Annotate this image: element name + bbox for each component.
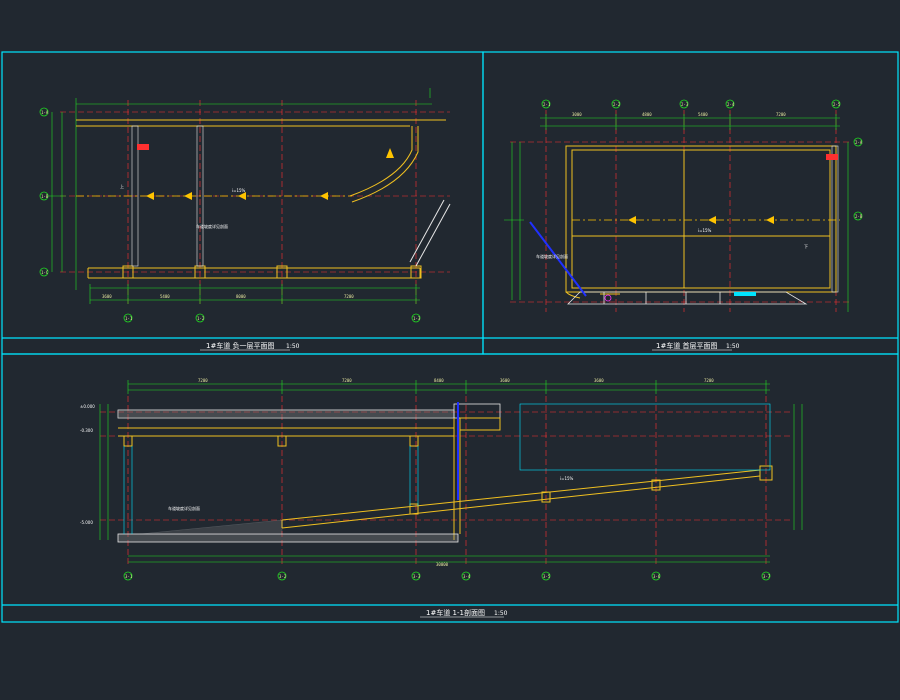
section-slope-tag: i=15% bbox=[560, 476, 574, 481]
plan2-cyan-marker bbox=[734, 292, 756, 296]
plan2-dim-3: 5400 bbox=[698, 112, 708, 117]
title-section: 1#车道 1-1剖面图 bbox=[426, 608, 485, 617]
plan1-axis-label-b: 1-B bbox=[41, 194, 49, 199]
plan1-axis-label-1: 1-1 bbox=[125, 316, 133, 321]
section-axis-label-1: 3-1 bbox=[125, 574, 133, 579]
plan1-dim-2: 5400 bbox=[160, 294, 170, 299]
plan2-axis-label-2: 2-2 bbox=[613, 102, 621, 107]
plan2-down-tag: 下 bbox=[804, 244, 808, 249]
plan1-up-tag: 上 bbox=[120, 183, 124, 189]
plan2-axis-label-5: 2-5 bbox=[833, 102, 841, 107]
section-level-3: -5.000 bbox=[80, 520, 93, 525]
section-dim-top-5: 3600 bbox=[594, 378, 604, 383]
plan1-axis-label-2: 1-2 bbox=[197, 316, 205, 321]
plan1-axis-label-3: 1-3 bbox=[413, 316, 421, 321]
plan1-slope-tag: i=15% bbox=[232, 188, 246, 193]
plan1-ramp-note: 车道坡度详见剖面 bbox=[196, 223, 228, 229]
section-level-2: -0.300 bbox=[80, 428, 93, 433]
section-dim-top-4: 3600 bbox=[500, 378, 510, 383]
section-axis-label-4: 3-4 bbox=[463, 574, 471, 579]
plan2-slope-tag: i=15% bbox=[698, 228, 712, 233]
plan1-axis-label-a: 1-A bbox=[41, 110, 49, 115]
plan1-axis-label-c: 1-C bbox=[41, 270, 49, 275]
section-level-1: ±0.000 bbox=[80, 404, 95, 409]
plan1-fire-tag bbox=[137, 144, 149, 150]
plan1-dim-4: 7200 bbox=[344, 294, 354, 299]
title-plan-minus1-scale: 1:50 bbox=[286, 343, 300, 350]
plan2-dim-2: 4800 bbox=[642, 112, 652, 117]
section-ramp-note: 车道坡度详见剖面 bbox=[168, 505, 200, 511]
section-dim-top-3: 8400 bbox=[434, 378, 444, 383]
plan2-ramp-note: 车道坡度详见剖面 bbox=[536, 253, 568, 259]
section-axis-label-3: 3-3 bbox=[413, 574, 421, 579]
section-dim-top-1: 7200 bbox=[198, 378, 208, 383]
section-axis-label-2: 3-2 bbox=[279, 574, 287, 579]
plan2-axis-label-a: 2-A bbox=[855, 140, 863, 145]
plan2-fire-tag bbox=[826, 154, 838, 160]
section-dim-top-6: 7200 bbox=[704, 378, 714, 383]
plan2-axis-label-1: 2-1 bbox=[543, 102, 551, 107]
section-axis-label-5: 3-5 bbox=[543, 574, 551, 579]
cad-drawing: 1-1 1-2 1-3 1-A 1-B 1-C 3600 5400 8000 7… bbox=[0, 0, 900, 700]
plan2-dim-4: 7200 bbox=[776, 112, 786, 117]
title-plan-ground-scale: 1:50 bbox=[726, 343, 740, 350]
title-section-scale: 1:50 bbox=[494, 610, 508, 617]
plan2-axis-label-4: 2-4 bbox=[727, 102, 735, 107]
section-axis-label-7: 3-7 bbox=[763, 574, 771, 579]
plan2-axis-label-b: 2-B bbox=[855, 214, 863, 219]
title-plan-ground: 1#车道 首层平面图 bbox=[656, 341, 718, 350]
plan2-dim-1: 3000 bbox=[572, 112, 582, 117]
section-axis-label-6: 3-6 bbox=[653, 574, 661, 579]
section-dim-bottom: 30000 bbox=[436, 562, 449, 567]
plan1-dim-1: 3600 bbox=[102, 294, 112, 299]
section-dim-top-2: 7200 bbox=[342, 378, 352, 383]
plan1-dim-3: 8000 bbox=[236, 294, 246, 299]
plan2-axis-label-3: 2-3 bbox=[681, 102, 689, 107]
title-plan-minus1: 1#车道 负一层平面图 bbox=[206, 341, 275, 350]
canvas-background bbox=[0, 0, 900, 700]
